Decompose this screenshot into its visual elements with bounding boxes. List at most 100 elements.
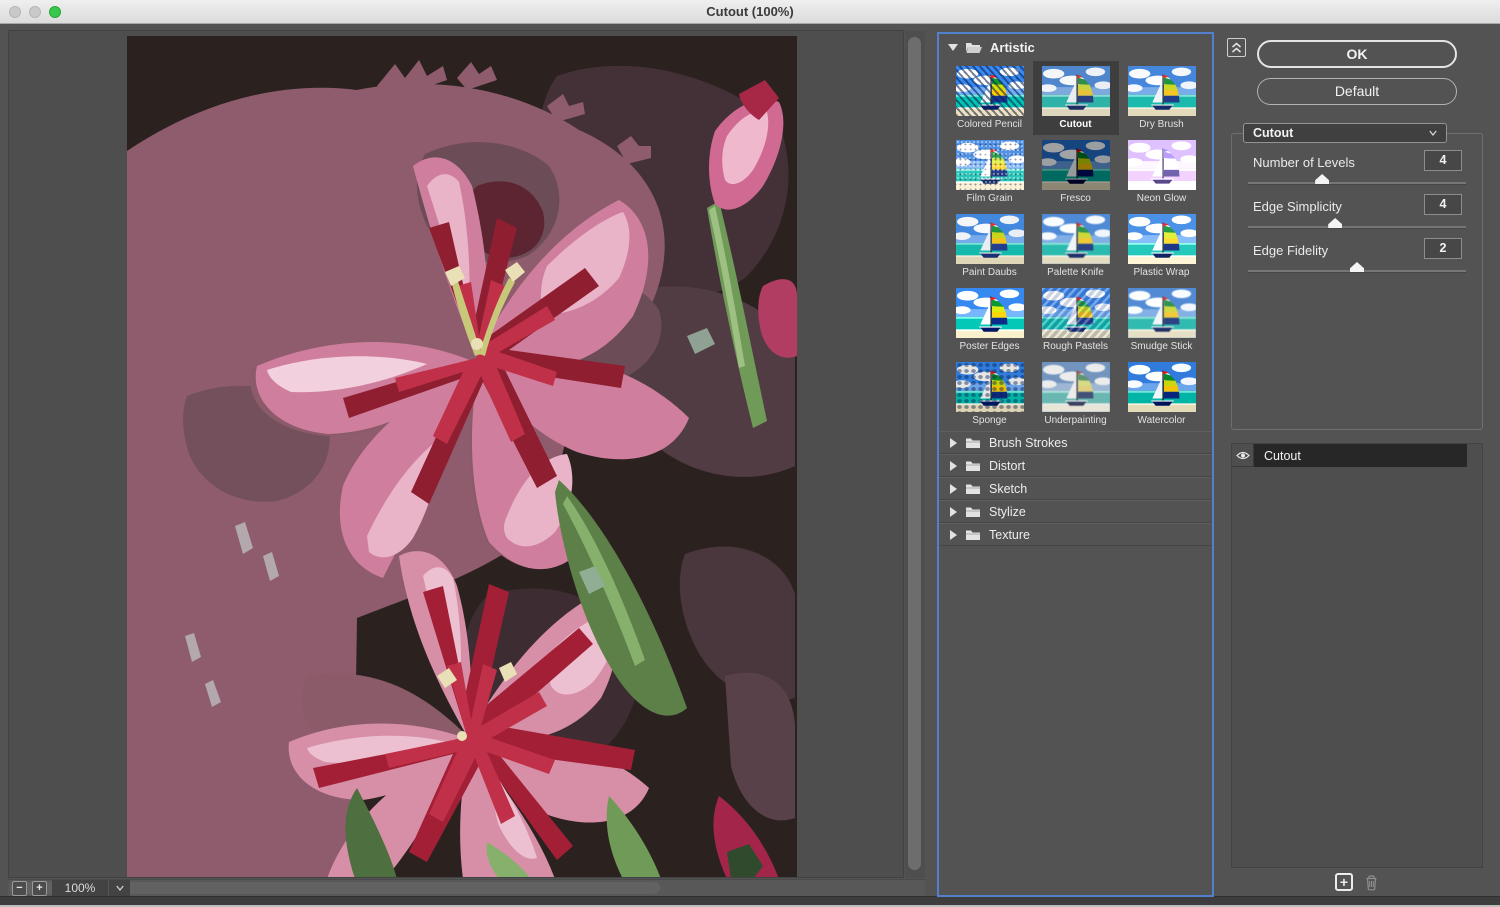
zoom-out-button[interactable]: − — [12, 881, 27, 896]
thumbnail-label: Sponge — [947, 415, 1033, 426]
thumbnail-image — [1042, 214, 1110, 264]
filter-thumb-colored-pencil[interactable]: Colored Pencil — [947, 61, 1033, 135]
closed-folder-icon — [965, 437, 981, 449]
thumbnail-label: Neon Glow — [1119, 193, 1205, 204]
new-effect-layer-button[interactable]: + — [1335, 873, 1353, 891]
thumbnail-image — [1128, 214, 1196, 264]
thumbnail-label: Cutout — [1033, 119, 1119, 130]
thumbnail-image — [1042, 140, 1110, 190]
thumbnail-image — [1042, 362, 1110, 412]
filter-thumb-sponge[interactable]: Sponge — [947, 357, 1033, 431]
thumbnail-label: Rough Pastels — [1033, 341, 1119, 352]
filter-thumb-paint-daubs[interactable]: Paint Daubs — [947, 209, 1033, 283]
expand-triangle-icon — [950, 530, 957, 540]
filter-type-select[interactable]: Cutout — [1243, 123, 1447, 143]
slider-label: Edge Simplicity — [1253, 199, 1342, 214]
thumbnail-label: Film Grain — [947, 193, 1033, 204]
thumbnail-image — [956, 288, 1024, 338]
layer-panel-actions: + — [1231, 873, 1483, 891]
preview-image[interactable] — [127, 36, 797, 878]
filter-thumb-plastic-wrap[interactable]: Plastic Wrap — [1119, 209, 1205, 283]
filter-thumb-neon-glow[interactable]: Neon Glow — [1119, 135, 1205, 209]
thumbnail-image — [1042, 66, 1110, 116]
vertical-scroll-thumb[interactable] — [908, 37, 921, 870]
closed-folder-icon — [965, 529, 981, 541]
filter-thumbnail-grid: Colored Pencil Cutout Dry Brush Film Gra… — [939, 61, 1212, 431]
filter-thumb-watercolor[interactable]: Watercolor — [1119, 357, 1205, 431]
effect-layers-panel: Cutout — [1231, 443, 1483, 868]
thumbnail-image — [956, 362, 1024, 412]
category-label: Sketch — [989, 482, 1027, 496]
slider-thumb[interactable] — [1328, 218, 1342, 228]
thumbnail-image — [956, 140, 1024, 190]
filter-thumb-poster-edges[interactable]: Poster Edges — [947, 283, 1033, 357]
ok-button[interactable]: OK — [1257, 40, 1457, 68]
thumbnail-label: Palette Knife — [1033, 267, 1119, 278]
filter-thumb-dry-brush[interactable]: Dry Brush — [1119, 61, 1205, 135]
category-label: Distort — [989, 459, 1025, 473]
thumbnail-image — [956, 66, 1024, 116]
zoom-level-dropdown[interactable] — [108, 880, 130, 896]
default-button[interactable]: Default — [1257, 78, 1457, 105]
closed-folder-icon — [965, 460, 981, 472]
thumbnail-label: Poster Edges — [947, 341, 1033, 352]
category-label: Texture — [989, 528, 1030, 542]
number-of-levels-value[interactable]: 4 — [1424, 150, 1462, 171]
category-sketch[interactable]: Sketch — [939, 477, 1212, 500]
preview-vertical-scrollbar[interactable] — [905, 31, 925, 878]
selected-filter-label: Cutout — [1253, 126, 1429, 140]
edge-fidelity-value[interactable]: 2 — [1424, 238, 1462, 259]
chevron-down-icon — [116, 884, 124, 892]
preview-canvas[interactable] — [8, 30, 904, 878]
slider-label: Edge Fidelity — [1253, 243, 1328, 258]
effect-layer-row[interactable]: Cutout — [1232, 444, 1482, 467]
zoom-controls: − + 100% — [12, 880, 130, 896]
slider-thumb[interactable] — [1350, 262, 1364, 272]
zoom-level-value[interactable]: 100% — [52, 880, 108, 896]
collapse-panel-button[interactable] — [1227, 38, 1246, 57]
thumbnail-label: Plastic Wrap — [1119, 267, 1205, 278]
filter-thumb-film-grain[interactable]: Film Grain — [947, 135, 1033, 209]
effect-layer-name[interactable]: Cutout — [1254, 444, 1467, 467]
thumbnail-image — [1128, 288, 1196, 338]
category-distort[interactable]: Distort — [939, 454, 1212, 477]
titlebar: Cutout (100%) — [0, 0, 1500, 24]
layer-visibility-toggle[interactable] — [1232, 444, 1254, 467]
eye-icon — [1236, 451, 1250, 460]
preview-horizontal-scrollbar[interactable] — [8, 879, 925, 896]
edge-simplicity-track[interactable] — [1248, 226, 1466, 229]
thumbnail-image — [1128, 140, 1196, 190]
filter-gallery-dialog: Cutout (100%) — [0, 0, 1500, 907]
window-title: Cutout (100%) — [0, 4, 1500, 19]
closed-folder-icon — [965, 483, 981, 495]
filter-thumb-smudge-stick[interactable]: Smudge Stick — [1119, 283, 1205, 357]
thumbnail-label: Paint Daubs — [947, 267, 1033, 278]
filter-thumb-cutout[interactable]: Cutout — [1033, 61, 1119, 135]
filter-thumb-fresco[interactable]: Fresco — [1033, 135, 1119, 209]
zoom-in-button[interactable]: + — [32, 881, 47, 896]
closed-folder-icon — [965, 506, 981, 518]
thumbnail-label: Watercolor — [1119, 415, 1205, 426]
expand-triangle-icon — [950, 461, 957, 471]
edge-simplicity-value[interactable]: 4 — [1424, 194, 1462, 215]
filter-thumb-rough-pastels[interactable]: Rough Pastels — [1033, 283, 1119, 357]
open-folder-icon — [965, 41, 983, 54]
category-label: Artistic — [990, 40, 1035, 55]
category-artistic-header[interactable]: Artistic — [939, 34, 1212, 61]
double-chevron-up-icon — [1231, 42, 1242, 54]
expand-triangle-icon — [950, 438, 957, 448]
slider-label: Number of Levels — [1253, 155, 1355, 170]
edge-fidelity-slider-group: Edge Fidelity 2 — [1246, 238, 1468, 282]
category-texture[interactable]: Texture — [939, 523, 1212, 546]
filter-thumb-palette-knife[interactable]: Palette Knife — [1033, 209, 1119, 283]
edge-fidelity-track[interactable] — [1248, 270, 1466, 273]
number-of-levels-track[interactable] — [1248, 182, 1466, 185]
delete-effect-layer-trash-icon[interactable] — [1364, 874, 1379, 891]
thumbnail-image — [1042, 288, 1110, 338]
category-stylize[interactable]: Stylize — [939, 500, 1212, 523]
category-brush-strokes[interactable]: Brush Strokes — [939, 431, 1212, 454]
slider-thumb[interactable] — [1315, 174, 1329, 184]
edge-simplicity-slider-group: Edge Simplicity 4 — [1246, 194, 1468, 238]
category-label: Brush Strokes — [989, 436, 1068, 450]
filter-thumb-underpainting[interactable]: Underpainting — [1033, 357, 1119, 431]
